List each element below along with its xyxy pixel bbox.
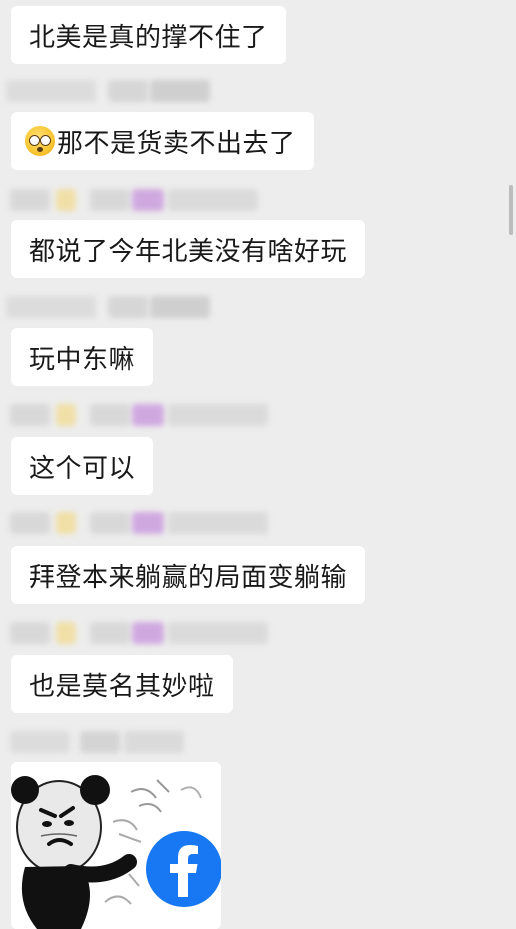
blurred-sender-name [0,731,300,757]
chat-message-list: 北美是真的撑不住了 那不是货卖不出去了 都说了今年北美没有啥好玩 玩中东嘛 这个… [0,0,516,929]
message-text: 拜登本来躺赢的局面变躺输 [29,562,348,593]
facebook-logo-icon [146,831,221,907]
blurred-sender-name [0,80,300,106]
scrollbar[interactable] [509,185,513,235]
message-text: 也是莫名其妙啦 [29,671,215,702]
blurred-sender-name [0,189,300,215]
message-text: 那不是货卖不出去了 [57,128,296,159]
blurred-sender-name [0,622,300,648]
astonished-face-emoji-icon [25,126,55,156]
blurred-sender-name [0,404,300,430]
message-bubble[interactable]: 那不是货卖不出去了 [11,112,314,170]
message-bubble[interactable]: 这个可以 [11,437,154,495]
message-text: 北美是真的撑不住了 [29,22,268,53]
message-bubble[interactable]: 也是莫名其妙啦 [11,655,233,713]
message-text: 都说了今年北美没有啥好玩 [29,236,348,267]
blurred-sender-name [0,296,300,322]
blurred-sender-name [0,512,300,538]
message-bubble[interactable]: 拜登本来躺赢的局面变躺输 [11,546,366,604]
message-text: 玩中东嘛 [29,344,136,375]
message-bubble[interactable]: 玩中东嘛 [11,328,154,386]
message-bubble[interactable]: 都说了今年北美没有啥好玩 [11,220,366,278]
sticker-message[interactable] [11,762,221,929]
message-text: 这个可以 [29,453,136,484]
message-bubble[interactable]: 北美是真的撑不住了 [11,6,286,64]
